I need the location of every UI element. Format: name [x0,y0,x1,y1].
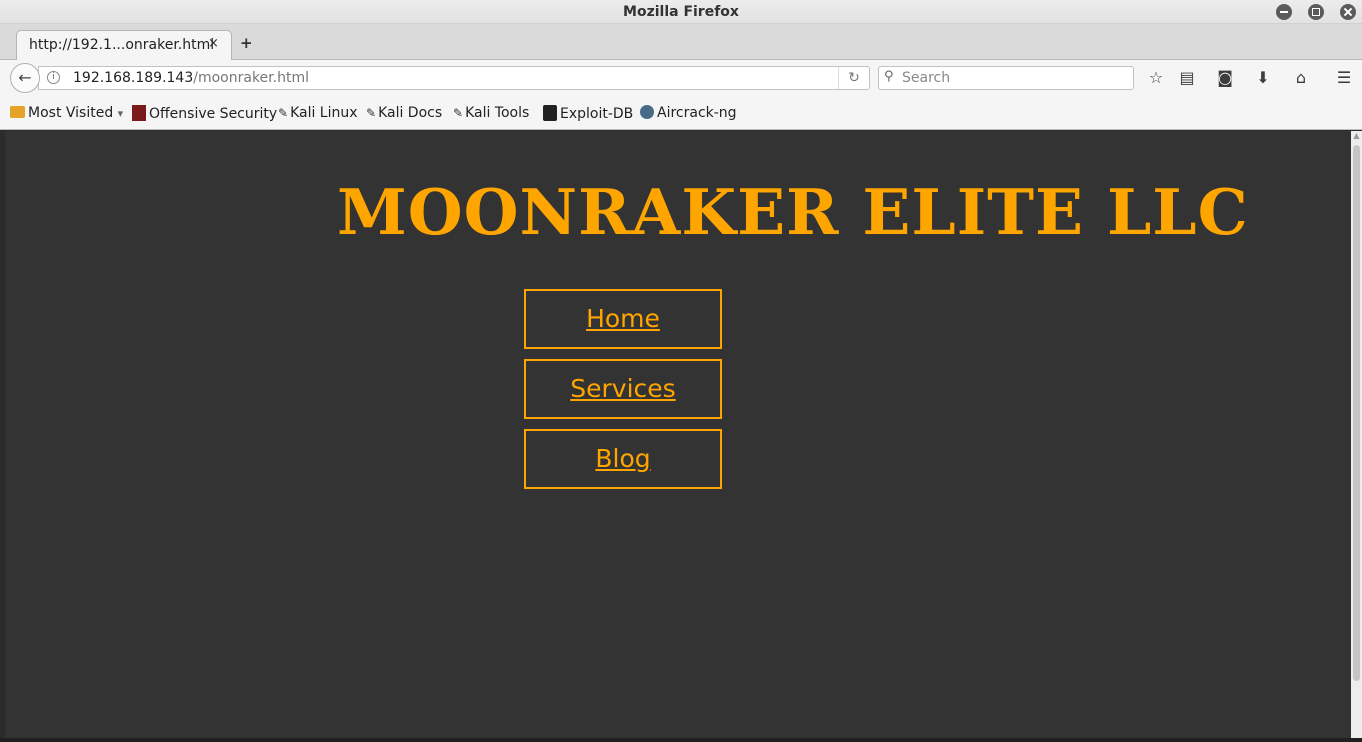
bookmark-most-visited[interactable]: Most Visited ▾ [10,105,123,121]
nav-blog-link[interactable]: Blog [524,429,722,489]
back-button[interactable]: ← [10,63,40,93]
offensive-security-icon [132,105,146,121]
maximize-icon[interactable] [1308,4,1324,20]
bookmark-label: Kali Docs [378,105,443,121]
nav-bar: i 192.168.189.143/moonraker.html ↻ ← ⚲ S… [0,60,1362,96]
url-text[interactable]: 192.168.189.143/moonraker.html [73,70,309,86]
site-title: MOONRAKER ELITE LLC [337,175,1249,249]
scroll-up-icon[interactable]: ▲ [1352,131,1361,143]
search-placeholder: Search [902,70,951,86]
bookmark-label: Offensive Security [149,106,278,122]
minimize-icon[interactable] [1276,4,1292,20]
bookmark-label: Aircrack-ng [657,105,737,121]
bookmark-label: Kali Tools [465,105,530,121]
window-title: Mozilla Firefox [623,4,739,20]
tab-bar: http://192.1...onraker.html × + [0,24,1362,61]
tab-moonraker[interactable]: http://192.1...onraker.html × [16,30,232,61]
kali-dragon-icon: ✎ [453,106,464,120]
nav-services-link[interactable]: Services [524,359,722,419]
back-arrow-icon: ← [18,68,32,87]
bookmark-star-icon[interactable]: ☆ [1146,68,1166,87]
bookmark-aircrack-ng[interactable]: Aircrack-ng [640,105,737,121]
url-path: /moonraker.html [193,70,309,86]
tab-label: http://192.1...onraker.html [29,37,215,53]
bookmark-exploit-db[interactable]: Exploit-DB [543,105,633,122]
nav-home-link[interactable]: Home [524,289,722,349]
aircrack-icon [640,105,654,119]
bookmark-kali-docs[interactable]: ✎ Kali Docs [366,105,442,121]
folder-icon [10,106,25,118]
reading-list-icon[interactable]: ▤ [1177,68,1197,87]
scroll-thumb[interactable] [1353,145,1360,681]
url-host: 192.168.189.143 [73,70,194,86]
bookmark-kali-linux[interactable]: ✎ Kali Linux [278,105,358,121]
vertical-scrollbar[interactable]: ▲ [1351,131,1362,738]
chevron-down-icon: ▾ [117,107,124,120]
home-icon[interactable]: ⌂ [1291,68,1311,87]
info-icon[interactable]: i [47,71,60,84]
url-bar[interactable]: i 192.168.189.143/moonraker.html ↻ [38,66,870,90]
kali-dragon-icon: ✎ [278,106,289,120]
search-icon: ⚲ [884,69,894,84]
bookmark-label: Kali Linux [290,105,358,121]
download-icon[interactable]: ⬇ [1253,68,1273,87]
page-content: MOONRAKER ELITE LLC Home Services Blog [5,131,1351,738]
pocket-icon[interactable]: ◙ [1215,68,1235,87]
menu-icon[interactable]: ☰ [1334,68,1354,87]
reload-icon[interactable]: ↻ [838,67,869,89]
window-titlebar: Mozilla Firefox [0,0,1362,24]
tab-close-icon[interactable]: × [208,36,219,51]
bookmark-label: Most Visited [28,105,114,121]
new-tab-icon[interactable]: + [240,34,253,52]
bookmark-label: Exploit-DB [560,106,634,122]
window-bottom-edge [0,738,1362,742]
search-input[interactable]: ⚲ Search [878,66,1134,90]
bookmarks-toolbar: Most Visited ▾ Offensive Security ✎ Kali … [0,96,1362,130]
close-window-icon[interactable] [1340,4,1356,20]
kali-dragon-icon: ✎ [366,106,377,120]
bookmark-offensive-security[interactable]: Offensive Security [132,105,277,122]
exploit-db-icon [543,105,557,121]
bookmark-kali-tools[interactable]: ✎ Kali Tools [453,105,529,121]
